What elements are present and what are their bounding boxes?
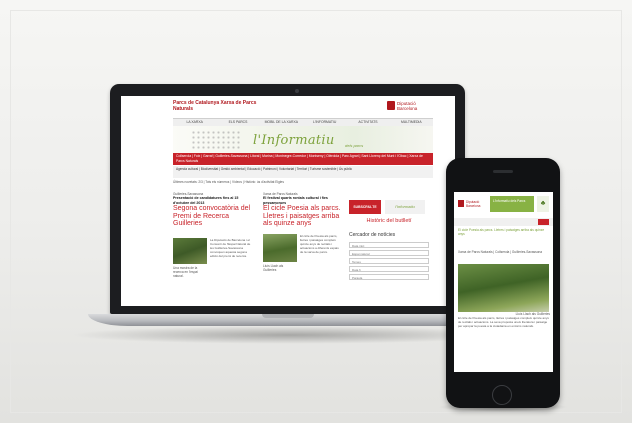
park-tags-bar: Collserola | Foix | Garraf | Guilleries-… [173, 153, 433, 165]
article-column-1: Guilleries-Savassona Presentació de cand… [173, 192, 253, 278]
search-field[interactable]: Paraula [349, 274, 429, 280]
article-photo[interactable] [173, 238, 207, 264]
brand-name[interactable]: Diputació Barcelona [466, 200, 486, 208]
newsletter-title[interactable]: L'Informatiu dels Parcs [490, 196, 534, 212]
search-title: Cercador de notícies [349, 232, 396, 238]
brand-logo-icon [387, 101, 395, 110]
article-body: La Diputació de Barcelona i el Consorci … [210, 238, 251, 258]
article-headline[interactable]: El cicle Poesia als parcs. Lletres i pai… [458, 228, 550, 236]
search-field[interactable]: Temes [349, 258, 429, 264]
phone-menu-bar [454, 218, 553, 226]
search-field[interactable]: Data inici [349, 242, 429, 248]
newsletter-logo: l'Informatiu [385, 200, 425, 214]
banner-pattern [191, 130, 241, 150]
article-tags[interactable]: Xarxa de Parcs Naturals | Collserola | G… [458, 250, 550, 254]
article-kicker: Presentació de candidatures fins al 15 d… [173, 196, 239, 205]
photo-caption: Una mostra de la recerca en l'espai natu… [173, 266, 198, 279]
laptop-camera [295, 89, 299, 93]
search-field[interactable]: Data fi [349, 266, 429, 272]
newsletter-banner: l'Informatiu dels parcs [173, 126, 433, 153]
site-header: Parcs de Catalunya Xarxa de Parcs Natura… [121, 96, 455, 118]
park-tags[interactable]: Collserola | Foix | Garraf | Guilleries-… [176, 154, 430, 164]
article-headline[interactable]: Segona convocatòria del Premi de Recerca… [173, 205, 253, 228]
subscribe-button[interactable]: SUBSCRIU-TE [349, 200, 381, 214]
article-photo[interactable] [263, 234, 297, 262]
article-column-2: Xarxa de Parcs Naturals El festival quar… [263, 192, 343, 272]
article-body: El cicle de Poesia als parcs, lletres i … [458, 316, 549, 328]
phone-screen: Diputació Barcelona L'Informatiu dels Pa… [454, 192, 553, 372]
menu-button[interactable] [538, 219, 549, 225]
photo-caption: Lluís Llach als Guilleries [263, 264, 284, 273]
article-photo[interactable] [458, 264, 549, 312]
article-headline[interactable]: El cicle Poesia als parcs. Lletres i pai… [263, 205, 343, 228]
nav-item[interactable]: ACTIVITATS [346, 119, 389, 126]
banner-title: l'Informatiu [253, 133, 335, 148]
nav-item[interactable]: MOBIL DE LA XARXA [260, 119, 303, 126]
site-title[interactable]: Parcs de Catalunya Xarxa de Parcs Natura… [173, 100, 263, 112]
phone-header: Diputació Barcelona L'Informatiu dels Pa… [454, 192, 553, 216]
home-button[interactable] [492, 385, 512, 405]
topic-tags-bar: Agenda cultural | Biodiversitat | Gestió… [173, 166, 433, 178]
filter-links[interactable]: Últimes novetats: 2/3 | Tots els números… [173, 180, 433, 184]
nav-item[interactable]: MULTIMEDIA [390, 119, 433, 126]
nav-item[interactable]: L'INFORMATIU [303, 119, 346, 126]
topic-tags[interactable]: Agenda cultural | Biodiversitat | Gestió… [176, 167, 430, 172]
article-kicker: El festival quarts rontals cultural i fi… [263, 196, 328, 205]
product-scene: Parcs de Catalunya Xarxa de Parcs Natura… [0, 0, 632, 423]
brand-logo-icon [458, 200, 464, 207]
banner-subtitle: dels parcs [345, 143, 364, 148]
nav-item[interactable]: LA XARXA [173, 119, 216, 126]
search-field[interactable]: Espai natural [349, 250, 429, 256]
laptop-shadow [70, 326, 510, 344]
history-link[interactable]: Històric del butlletí [349, 218, 429, 224]
laptop-screen: Parcs de Catalunya Xarxa de Parcs Natura… [121, 96, 455, 306]
phone-speaker [493, 170, 513, 173]
laptop-notch [262, 314, 314, 318]
article-body: El cicle de Poesia als parcs, lletres i … [300, 234, 339, 254]
nav-item[interactable]: ELS PARCS [216, 119, 259, 126]
brand-name[interactable]: Diputació Barcelona [397, 101, 437, 111]
tree-icon: ♣ [537, 196, 549, 212]
